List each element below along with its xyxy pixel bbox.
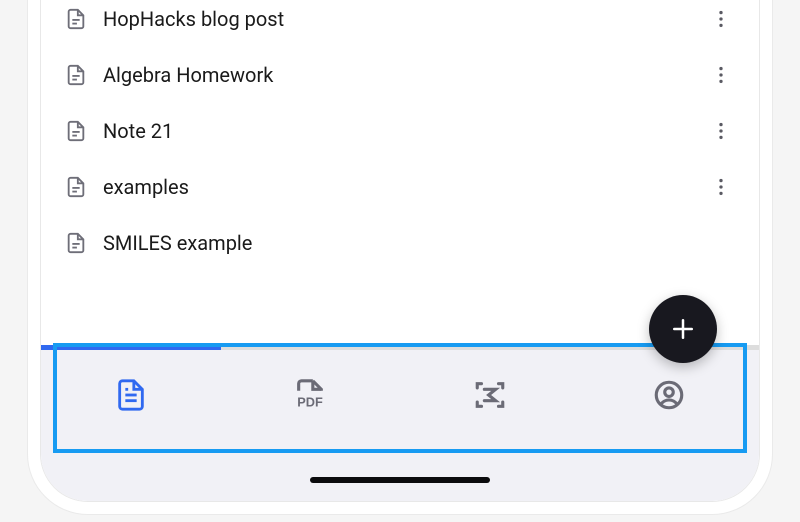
note-row[interactable]: Note 21 [59,103,741,159]
document-icon [65,64,87,86]
scan-math-tab-icon [473,378,507,416]
more-vert-icon[interactable] [707,0,735,39]
profile-tab-icon [652,378,686,416]
new-note-fab[interactable] [649,295,717,363]
content-area: HopHacks blog post Algebra Homework No [41,0,759,501]
document-icon [65,8,87,30]
home-indicator[interactable] [310,477,490,483]
note-title: Note 21 [103,119,691,143]
note-row[interactable]: HopHacks blog post [59,0,741,47]
note-list: HopHacks blog post Algebra Homework No [41,0,759,271]
pdf-tab-icon: PDF [293,378,327,416]
note-title: HopHacks blog post [103,7,691,31]
nav-tab-scan[interactable] [400,378,580,416]
document-icon [65,120,87,142]
nav-indicator-track [41,345,759,350]
nav-active-indicator [41,345,221,350]
note-title: SMILES example [103,231,691,255]
nav-tab-pdf[interactable]: PDF [221,378,401,416]
device-frame: HopHacks blog post Algebra Homework No [40,0,760,502]
note-row[interactable]: SMILES example [59,215,741,271]
note-row[interactable]: examples [59,159,741,215]
more-vert-icon[interactable] [707,55,735,95]
nav-tab-documents[interactable] [41,378,221,416]
note-row[interactable]: Algebra Homework [59,47,741,103]
note-title: examples [103,175,691,199]
document-tab-icon [114,378,148,416]
more-vert-icon[interactable] [707,111,735,151]
note-title: Algebra Homework [103,63,691,87]
nav-tab-profile[interactable] [580,378,760,416]
document-icon [65,176,87,198]
svg-text:PDF: PDF [298,394,324,409]
document-icon [65,232,87,254]
more-vert-icon[interactable] [707,167,735,207]
